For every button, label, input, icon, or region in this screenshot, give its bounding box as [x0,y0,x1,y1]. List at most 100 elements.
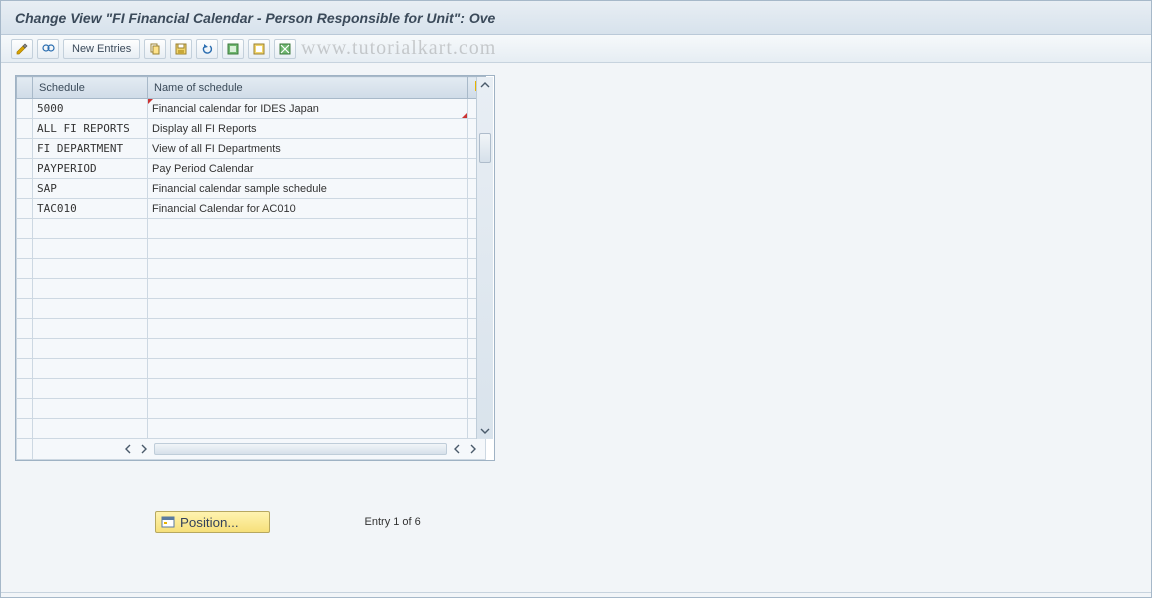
row-selector[interactable] [17,419,33,439]
vscroll-track[interactable] [477,93,493,423]
cell-schedule[interactable]: 5000 [33,99,148,119]
cell-name[interactable] [148,259,468,279]
title-bar: Change View "FI Financial Calendar - Per… [1,1,1151,35]
horizontal-scroll [17,439,486,460]
cell-name[interactable] [148,379,468,399]
cell-schedule[interactable] [33,379,148,399]
table-row-empty [17,299,486,319]
cell-schedule[interactable] [33,259,148,279]
table-row: 5000Financial calendar for IDES Japan [17,99,486,119]
toolbar: New Entries www.tutorialkart.com [1,35,1151,63]
cell-schedule[interactable] [33,319,148,339]
hscroll-track[interactable] [154,443,447,455]
table-row-empty [17,219,486,239]
row-selector[interactable] [17,219,33,239]
hscroll-right2-button[interactable] [465,441,481,457]
vscroll-up-button[interactable] [477,77,493,93]
cell-name[interactable] [148,319,468,339]
cell-schedule[interactable]: PAYPERIOD [33,159,148,179]
cell-name[interactable] [148,399,468,419]
content-area: Schedule Name of schedule 5000Financial … [1,63,1151,541]
table-row-empty [17,259,486,279]
cell-schedule[interactable]: ALL FI REPORTS [33,119,148,139]
row-selector[interactable] [17,119,33,139]
select-all-button[interactable] [222,39,244,59]
row-selector[interactable] [17,279,33,299]
cell-name[interactable]: Display all FI Reports [148,119,468,139]
cell-name[interactable]: Financial Calendar for AC010 [148,199,468,219]
table-row-empty [17,319,486,339]
vscroll-down-button[interactable] [477,423,493,439]
row-selector[interactable] [17,179,33,199]
hscroll-left2-button[interactable] [449,441,465,457]
cell-schedule[interactable] [33,399,148,419]
app-window: Change View "FI Financial Calendar - Per… [0,0,1152,598]
row-selector[interactable] [17,299,33,319]
save-button[interactable] [170,39,192,59]
table-row: ALL FI REPORTSDisplay all FI Reports [17,119,486,139]
cell-name[interactable]: Financial calendar sample schedule [148,179,468,199]
row-selector[interactable] [17,139,33,159]
col-header-schedule[interactable]: Schedule [33,77,148,99]
cell-name[interactable] [148,239,468,259]
table-row-empty [17,379,486,399]
table-row-empty [17,239,486,259]
deselect-button[interactable] [274,39,296,59]
row-selector[interactable] [17,339,33,359]
hscroll-left-button[interactable] [120,441,136,457]
detail-button[interactable] [37,39,59,59]
table-row: TAC010Financial Calendar for AC010 [17,199,486,219]
cell-name[interactable]: Pay Period Calendar [148,159,468,179]
copy-button[interactable] [144,39,166,59]
cell-schedule[interactable] [33,299,148,319]
schedule-table: Schedule Name of schedule 5000Financial … [16,76,486,460]
cell-schedule[interactable] [33,339,148,359]
table-row-empty [17,339,486,359]
cell-schedule[interactable]: FI DEPARTMENT [33,139,148,159]
hscroll-right-button[interactable] [136,441,152,457]
row-selector-header[interactable] [17,77,33,99]
row-selector[interactable] [17,159,33,179]
cell-name[interactable]: Financial calendar for IDES Japan [148,99,468,119]
table-row-empty [17,359,486,379]
cell-schedule[interactable] [33,279,148,299]
row-selector[interactable] [17,99,33,119]
vscroll-thumb[interactable] [479,133,491,163]
entry-count-text: Entry 1 of 6 [365,516,421,528]
position-button[interactable]: Position... [155,511,270,533]
row-selector[interactable] [17,399,33,419]
row-selector[interactable] [17,319,33,339]
table-header-row: Schedule Name of schedule [17,77,486,99]
bottom-divider [1,592,1151,593]
cell-schedule[interactable] [33,419,148,439]
cell-schedule[interactable]: SAP [33,179,148,199]
table-row: SAPFinancial calendar sample schedule [17,179,486,199]
new-entries-button[interactable]: New Entries [63,39,140,59]
table-row: FI DEPARTMENTView of all FI Departments [17,139,486,159]
position-button-label: Position... [180,515,239,530]
row-selector[interactable] [17,379,33,399]
cell-schedule[interactable] [33,239,148,259]
row-selector[interactable] [17,259,33,279]
cell-schedule[interactable] [33,219,148,239]
select-block-button[interactable] [248,39,270,59]
undo-button[interactable] [196,39,218,59]
row-selector[interactable] [17,359,33,379]
col-header-name[interactable]: Name of schedule [148,77,468,99]
cell-name[interactable]: View of all FI Departments [148,139,468,159]
table-container: Schedule Name of schedule 5000Financial … [15,75,495,461]
cell-name[interactable] [148,299,468,319]
vertical-scrollbar[interactable] [476,77,493,439]
table-row-empty [17,399,486,419]
cell-name[interactable] [148,219,468,239]
cell-name[interactable] [148,339,468,359]
row-selector[interactable] [17,199,33,219]
footer-bar: Position... Entry 1 of 6 [15,511,1137,533]
cell-name[interactable] [148,419,468,439]
row-selector[interactable] [17,239,33,259]
cell-schedule[interactable] [33,359,148,379]
cell-name[interactable] [148,359,468,379]
cell-schedule[interactable]: TAC010 [33,199,148,219]
cell-name[interactable] [148,279,468,299]
toggle-edit-button[interactable] [11,39,33,59]
